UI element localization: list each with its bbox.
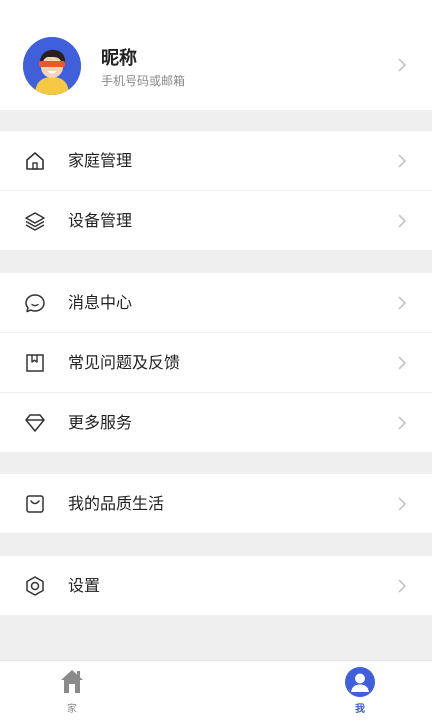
- menu-item-settings[interactable]: 设置: [0, 556, 432, 615]
- user-icon: [345, 667, 375, 697]
- chevron-right-icon: [398, 579, 407, 593]
- menu-item-messages[interactable]: 消息中心: [0, 273, 432, 333]
- nickname: 昵称: [101, 48, 137, 69]
- tab-home[interactable]: 家: [42, 661, 102, 721]
- diamond-icon: [25, 414, 45, 432]
- bookmark-icon: [26, 354, 44, 372]
- menu-item-faq-feedback[interactable]: 常见问题及反馈: [0, 333, 432, 393]
- chat-bubble-icon: [25, 294, 45, 313]
- chevron-right-icon: [398, 214, 407, 228]
- shopping-bag-icon: [26, 495, 44, 513]
- house-icon: [26, 152, 44, 170]
- menu-item-home-management[interactable]: 家庭管理: [0, 131, 432, 191]
- section-home: 家庭管理 设备管理: [0, 131, 432, 250]
- chevron-right-icon: [398, 497, 407, 511]
- tab-me-label: 我: [355, 704, 365, 715]
- profile-header[interactable]: 昵称 手机号码或邮箱: [0, 0, 432, 110]
- tab-me[interactable]: 我: [330, 661, 390, 721]
- menu-label: 更多服务: [68, 413, 133, 432]
- chevron-right-icon: [398, 356, 407, 370]
- chevron-right-icon: [398, 416, 407, 430]
- avatar-illustration-icon: [23, 37, 81, 95]
- chevron-right-icon: [398, 58, 407, 72]
- menu-item-more-services[interactable]: 更多服务: [0, 393, 432, 452]
- chevron-right-icon: [398, 154, 407, 168]
- account-subtitle: 手机号码或邮箱: [101, 74, 186, 88]
- menu-label: 家庭管理: [68, 151, 133, 170]
- section-quality-life: 我的品质生活: [0, 474, 432, 533]
- menu-label: 常见问题及反馈: [68, 353, 181, 372]
- layers-icon: [25, 212, 45, 231]
- menu-label: 我的品质生活: [68, 494, 165, 513]
- section-services: 消息中心 常见问题及反馈 更多服务: [0, 273, 432, 452]
- avatar: [23, 37, 81, 95]
- menu-label: 设置: [68, 576, 101, 595]
- menu-label: 设备管理: [68, 211, 133, 230]
- tab-home-label: 家: [67, 704, 77, 715]
- section-settings: 设置: [0, 556, 432, 615]
- chevron-right-icon: [398, 296, 407, 310]
- menu-item-device-management[interactable]: 设备管理: [0, 191, 432, 250]
- home-icon: [61, 670, 83, 693]
- settings-hexagon-icon: [26, 576, 44, 596]
- menu-item-quality-life[interactable]: 我的品质生活: [0, 474, 432, 533]
- bottom-tab-bar: 家 我: [0, 660, 432, 721]
- menu-label: 消息中心: [68, 293, 133, 312]
